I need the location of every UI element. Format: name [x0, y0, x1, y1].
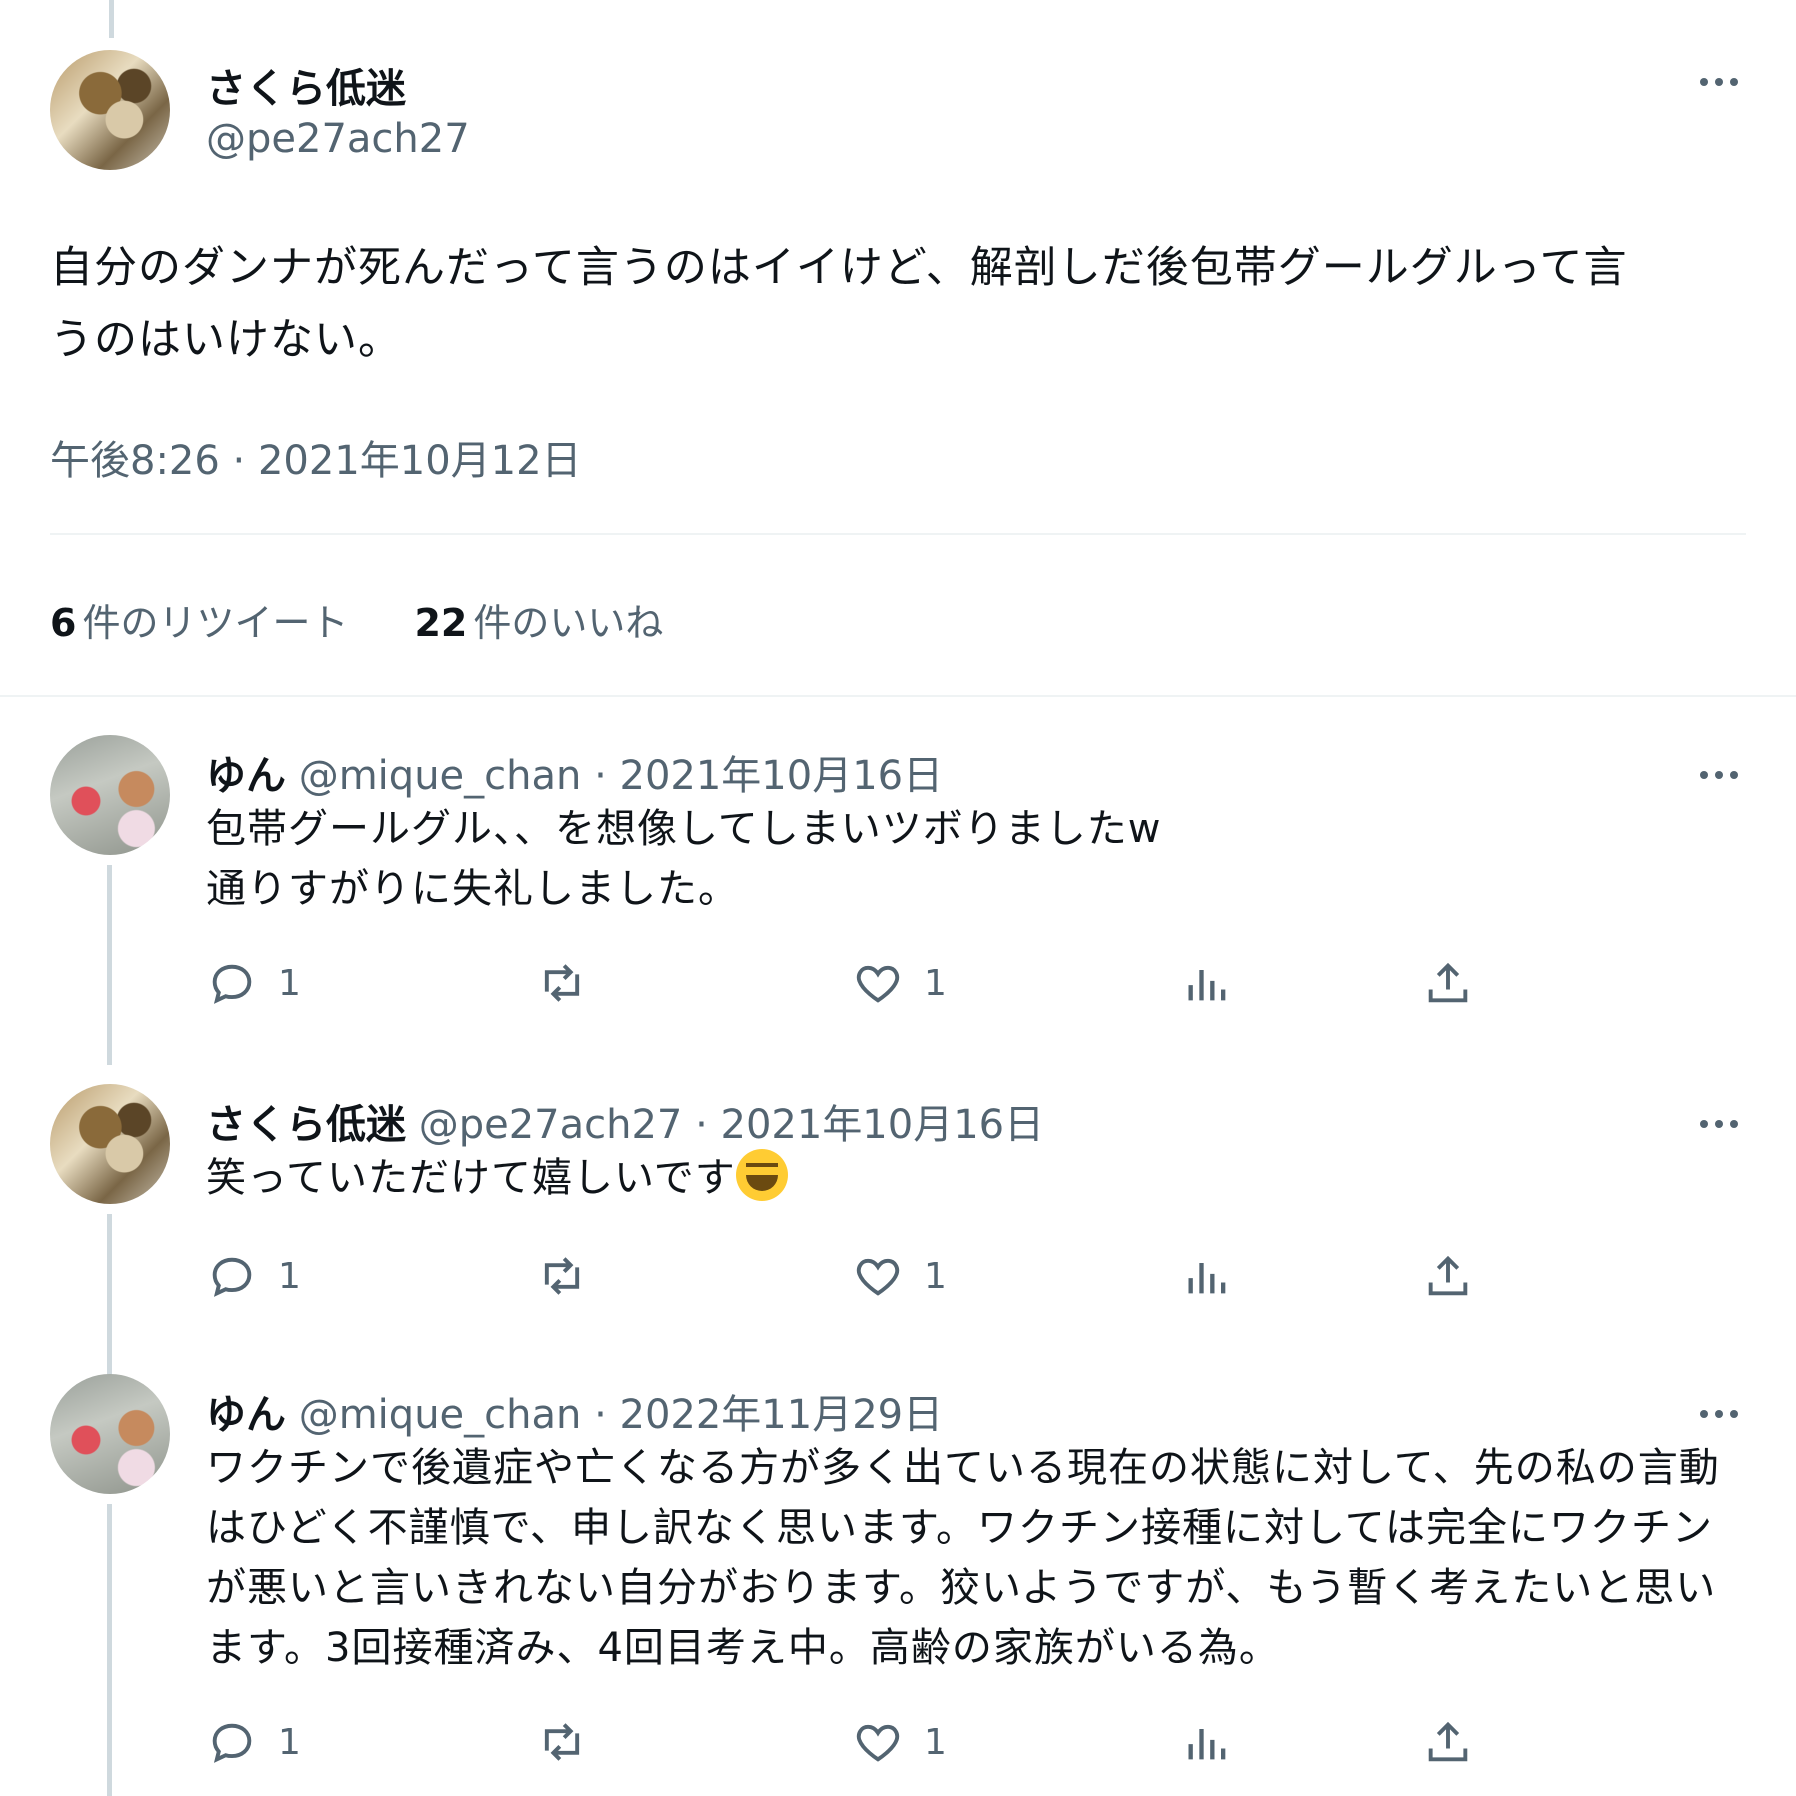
retweet-count-link[interactable]: 6 件のリツイート — [50, 592, 348, 647]
reply-button[interactable]: 1 — [206, 957, 301, 1009]
reply-count: 1 — [278, 1721, 301, 1763]
reply-text-line: ます。3回接種済み、4回目考え中。高齢の家族がいる為。 — [206, 1625, 1280, 1671]
more-icon[interactable] — [1694, 765, 1744, 785]
views-button[interactable] — [1182, 1716, 1234, 1768]
reply-tweet[interactable]: ゆん @mique_chan · 2022年11月29日 ワクチンで後遺症や亡く… — [0, 1374, 1796, 1796]
views-icon — [1188, 1729, 1226, 1760]
reply-header: ゆん @mique_chan · 2021年10月16日 — [206, 743, 943, 801]
author-handle[interactable]: @pe27ach27 — [206, 116, 470, 162]
avatar[interactable] — [50, 735, 170, 855]
reply-header: さくら低迷 @pe27ach27 · 2021年10月16日 — [206, 1092, 1044, 1150]
tweet-stats: 6 件のリツイート 22 件のいいね — [50, 592, 663, 647]
views-icon — [1188, 970, 1226, 1001]
avatar[interactable] — [50, 1374, 170, 1494]
reply-text-line: 笑っていただけて嬉しいです — [206, 1155, 736, 1201]
reply-button[interactable]: 1 — [206, 1250, 301, 1302]
like-button[interactable]: 1 — [852, 1250, 947, 1302]
thread-line — [107, 1504, 112, 1796]
more-icon[interactable] — [1694, 1404, 1744, 1424]
share-icon — [1428, 1255, 1468, 1296]
retweet-label: 件のリツイート — [82, 601, 349, 645]
divider — [50, 533, 1746, 535]
tweet-text-line: うのはいけない。 — [50, 315, 402, 365]
reply-text: 包帯グールグル、、を想像してしまいツボりましたw 通りすがりに失礼しました。 — [206, 799, 1746, 919]
author-handle-date[interactable]: @pe27ach27 · 2021年10月16日 — [419, 1102, 1044, 1148]
like-icon — [856, 1724, 900, 1762]
views-button[interactable] — [1182, 957, 1234, 1009]
tweet-text: 自分のダンナが死んだって言うのはイイけど、解剖しだ後包帯グールグルって言 うのは… — [50, 232, 1750, 376]
action-bar: 1 1 — [206, 957, 1506, 1017]
like-count: 1 — [924, 962, 947, 1004]
author-name[interactable]: さくら低迷 — [206, 1102, 406, 1148]
like-count: 1 — [924, 1255, 947, 1297]
tweet-text-line: 自分のダンナが死んだって言うのはイイけど、解剖しだ後包帯グールグルって言 — [50, 243, 1628, 293]
avatar[interactable] — [50, 1084, 170, 1204]
share-icon — [1428, 1721, 1468, 1762]
reply-tweet[interactable]: ゆん @mique_chan · 2021年10月16日 包帯グールグル、、を想… — [0, 735, 1796, 1065]
views-button[interactable] — [1182, 1250, 1234, 1302]
reply-header: ゆん @mique_chan · 2022年11月29日 — [206, 1382, 943, 1440]
divider — [0, 695, 1796, 697]
reply-text-line: ワクチンで後遺症や亡くなる方が多く出ている現在の状態に対して、先の私の言動 — [206, 1445, 1720, 1491]
like-count: 1 — [924, 1721, 947, 1763]
reply-button[interactable]: 1 — [206, 1716, 301, 1768]
retweet-icon — [544, 964, 580, 1002]
reply-text-line: 包帯グールグル、、を想像してしまいツボりましたw — [206, 806, 1162, 852]
author-handle-date[interactable]: @mique_chan · 2022年11月29日 — [299, 1392, 943, 1438]
retweet-button[interactable] — [536, 1716, 588, 1768]
share-button[interactable] — [1422, 1716, 1474, 1768]
action-bar: 1 1 — [206, 1250, 1506, 1310]
retweet-button[interactable] — [536, 957, 588, 1009]
reply-tweet[interactable]: さくら低迷 @pe27ach27 · 2021年10月16日 笑っていただけて嬉… — [0, 1084, 1796, 1444]
share-button[interactable] — [1422, 957, 1474, 1009]
reply-text-line: はひどく不謹慎で、申し訳なく思います。ワクチン接種に対しては完全にワクチン — [206, 1505, 1713, 1551]
tweet-timestamp[interactable]: 午後8:26 · 2021年10月12日 — [50, 428, 582, 486]
reply-text-line: が悪いと言いきれない自分がおります。狡いようですが、もう暫く考えたいと思い — [206, 1565, 1717, 1611]
reply-count: 1 — [278, 1255, 301, 1297]
retweet-count: 6 — [50, 601, 77, 645]
main-tweet: さくら低迷 @pe27ach27 自分のダンナが死んだって言うのはイイけど、解剖… — [0, 0, 1796, 697]
grinning-squinting-face-icon — [735, 1149, 788, 1201]
reply-count: 1 — [278, 962, 301, 1004]
author-name[interactable]: さくら低迷 — [206, 56, 406, 114]
retweet-icon — [544, 1723, 580, 1761]
reply-icon — [212, 964, 252, 1004]
retweet-icon — [544, 1257, 580, 1295]
like-button[interactable]: 1 — [852, 1716, 947, 1768]
reply-icon — [212, 1257, 252, 1297]
like-count-link[interactable]: 22 件のいいね — [414, 592, 663, 647]
more-icon[interactable] — [1694, 1114, 1744, 1134]
reply-icon — [212, 1723, 252, 1763]
views-icon — [1188, 1263, 1226, 1294]
action-bar: 1 1 — [206, 1716, 1506, 1776]
author-name[interactable]: ゆん — [206, 753, 286, 799]
avatar[interactable] — [50, 50, 170, 170]
like-button[interactable]: 1 — [852, 957, 947, 1009]
author-name[interactable]: ゆん — [206, 1392, 286, 1438]
like-icon — [856, 1258, 900, 1296]
share-button[interactable] — [1422, 1250, 1474, 1302]
reply-text-line: 通りすがりに失礼しました。 — [206, 866, 739, 912]
reply-text: ワクチンで後遺症や亡くなる方が多く出ている現在の状態に対して、先の私の言動 はひ… — [206, 1438, 1746, 1678]
reply-text: 笑っていただけて嬉しいです — [206, 1148, 1746, 1208]
share-icon — [1428, 962, 1468, 1003]
author-handle-date[interactable]: @mique_chan · 2021年10月16日 — [299, 753, 943, 799]
more-icon[interactable] — [1694, 72, 1744, 92]
like-label: 件のいいね — [473, 601, 664, 645]
like-count: 22 — [414, 601, 468, 645]
like-icon — [856, 965, 900, 1003]
retweet-button[interactable] — [536, 1250, 588, 1302]
thread-line — [107, 865, 112, 1065]
